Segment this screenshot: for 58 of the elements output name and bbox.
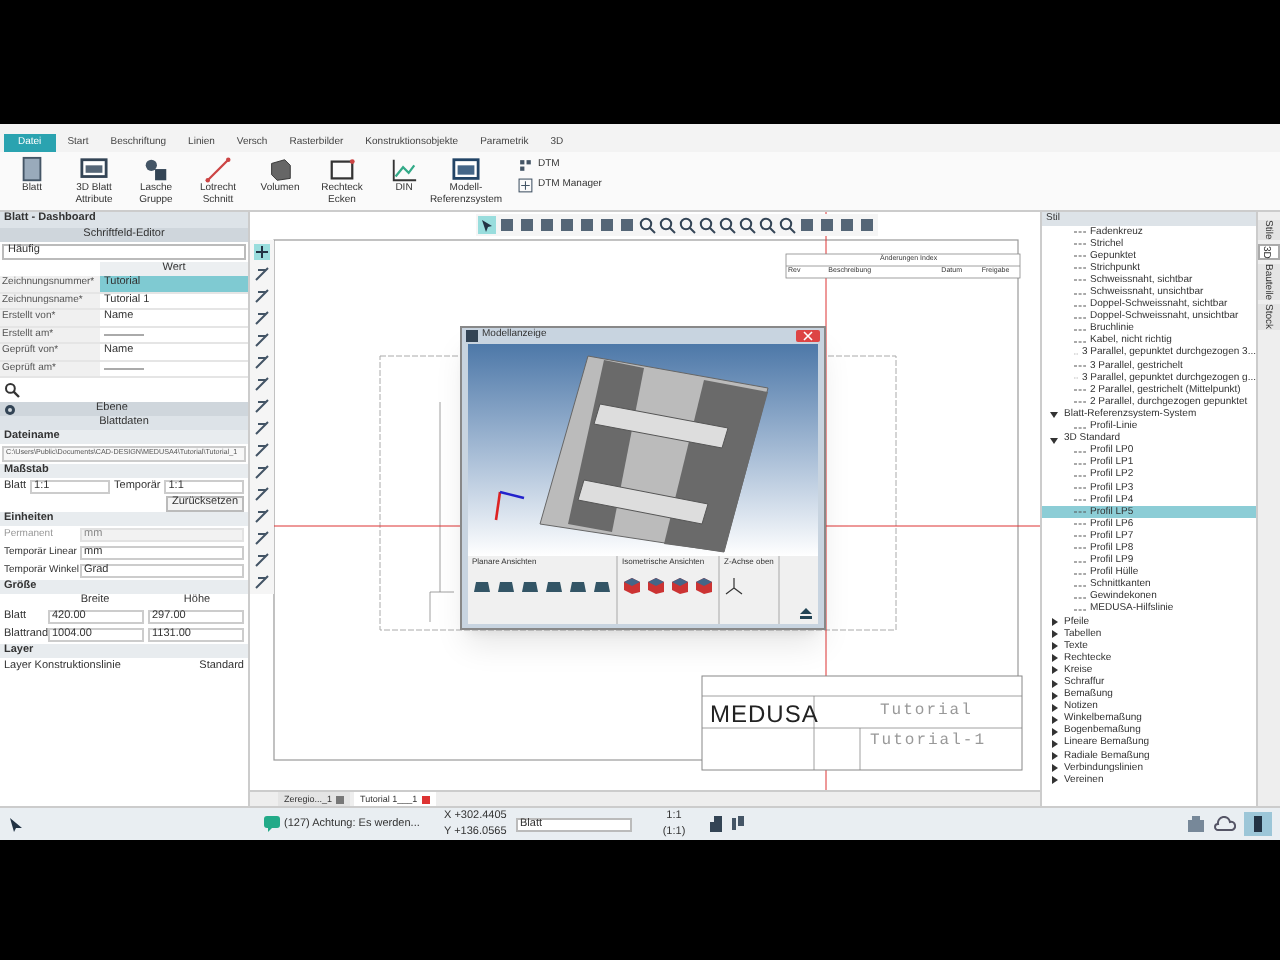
close-icon[interactable] <box>796 330 820 342</box>
monitor-icon[interactable] <box>80 156 108 184</box>
close-icon[interactable] <box>336 796 345 804</box>
tool-icon[interactable] <box>730 816 746 832</box>
tool-icon[interactable] <box>254 508 270 524</box>
iso-view-icon[interactable] <box>694 576 714 596</box>
tool-icon[interactable] <box>254 310 270 326</box>
tool-icon[interactable] <box>254 442 270 458</box>
chart-icon[interactable] <box>390 156 418 184</box>
group-icon[interactable] <box>142 156 170 184</box>
zoom-icon[interactable] <box>738 216 756 234</box>
zoom-icon[interactable] <box>778 216 796 234</box>
zoom-icon[interactable] <box>678 216 696 234</box>
search-icon[interactable] <box>4 382 20 398</box>
cube-icon[interactable] <box>266 156 294 184</box>
grid-icon[interactable] <box>518 157 534 173</box>
zoom-icon[interactable] <box>638 216 656 234</box>
tool-icon[interactable] <box>254 244 270 260</box>
tool-icon[interactable] <box>254 266 270 282</box>
zoom-icon[interactable] <box>758 216 776 234</box>
drawing-title: Tutorial <box>880 700 973 724</box>
expanded-arrow-icon[interactable] <box>1050 435 1058 444</box>
grid-icon[interactable] <box>518 177 534 193</box>
window-icon[interactable] <box>452 156 480 184</box>
house-icon[interactable] <box>708 816 724 832</box>
drawing-number: Tutorial-1 <box>870 730 987 754</box>
pointer-icon[interactable] <box>478 216 496 234</box>
tool-icon[interactable] <box>254 464 270 480</box>
iso-view-icon[interactable] <box>646 576 666 596</box>
iso-view-icon[interactable] <box>622 576 642 596</box>
tool-icon[interactable] <box>254 574 270 590</box>
tool-icon[interactable] <box>254 398 270 414</box>
axes-icon[interactable] <box>724 576 744 596</box>
tool-icon[interactable] <box>254 332 270 348</box>
panel-toggle-icon[interactable] <box>1244 812 1272 836</box>
tool-icon[interactable] <box>254 486 270 502</box>
line-icon[interactable] <box>204 156 232 184</box>
tool-icon[interactable] <box>254 530 270 546</box>
tool-icon[interactable] <box>254 420 270 436</box>
logo-text: MEDUSA <box>710 698 819 732</box>
cloud-icon[interactable] <box>1212 816 1236 832</box>
iso-view-icon[interactable] <box>670 576 690 596</box>
zoom-icon[interactable] <box>718 216 736 234</box>
tool-icon[interactable] <box>254 376 270 392</box>
tool-icon[interactable] <box>254 354 270 370</box>
zoom-icon[interactable] <box>698 216 716 234</box>
expanded-arrow-icon[interactable] <box>1050 410 1058 419</box>
settings-icon[interactable] <box>4 403 16 415</box>
sheet-icon[interactable] <box>18 156 46 184</box>
eject-icon[interactable] <box>798 606 814 620</box>
tool-icon[interactable] <box>254 288 270 304</box>
axis-triad-icon <box>494 490 525 521</box>
close-icon[interactable] <box>421 796 430 804</box>
zoom-icon[interactable] <box>658 216 676 234</box>
tool-icon[interactable] <box>254 552 270 568</box>
pointer-icon[interactable] <box>8 816 24 832</box>
rectangle-icon[interactable] <box>328 156 356 184</box>
briefcase-icon[interactable] <box>1186 816 1206 832</box>
